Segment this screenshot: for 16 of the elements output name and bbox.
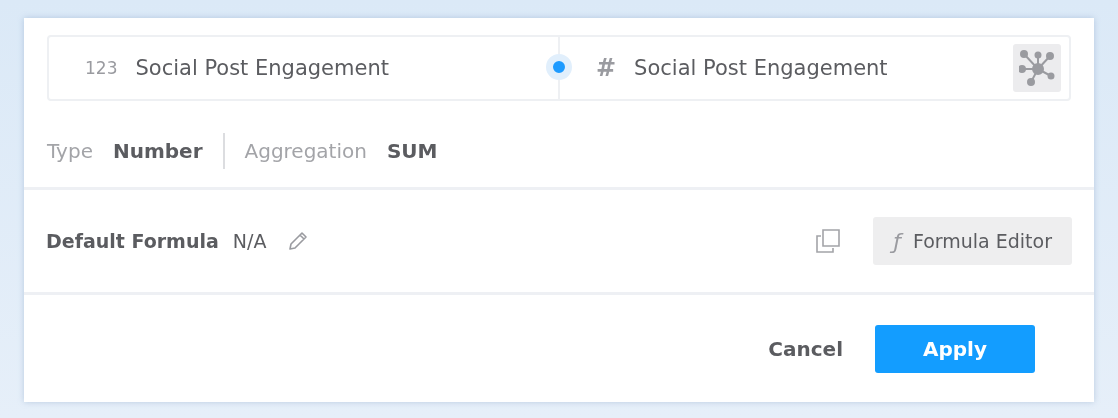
- type-glyph: #: [596, 54, 617, 82]
- network-button[interactable]: [1013, 44, 1061, 92]
- network-icon: [1019, 50, 1055, 86]
- property-label: Aggregation: [244, 139, 367, 163]
- copy-icon[interactable]: [815, 228, 842, 254]
- cancel-button[interactable]: Cancel: [760, 324, 851, 373]
- connector-dot: [546, 54, 572, 80]
- source-field-name: Social Post Engagement: [135, 56, 389, 80]
- property-value: Number: [112, 139, 203, 163]
- type-glyph: 123: [85, 58, 118, 78]
- formula-editor-button[interactable]: ƒ Formula Editor: [873, 217, 1072, 265]
- property-label: Type: [47, 139, 93, 163]
- property-value: SUM: [386, 139, 438, 163]
- formula-value: N/A: [232, 230, 267, 252]
- formula-label: Default Formula: [46, 230, 219, 252]
- target-field-name: Social Post Engagement: [634, 56, 888, 80]
